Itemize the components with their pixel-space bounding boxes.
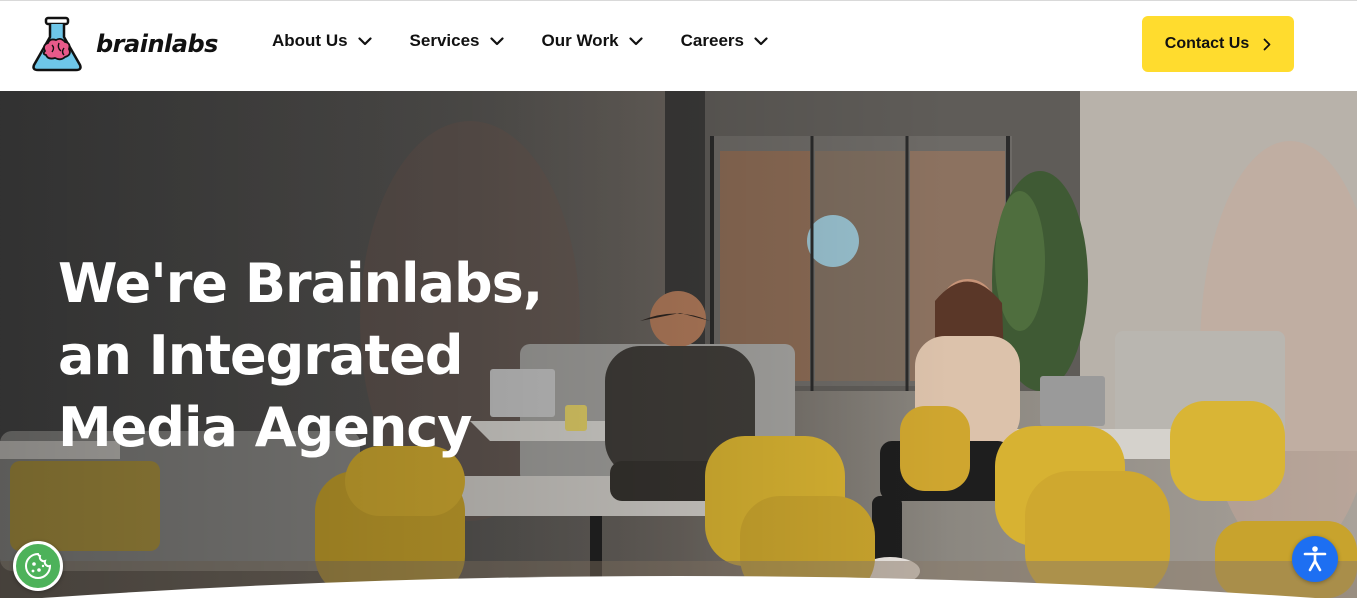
hero-headline-line: We're Brainlabs, (58, 252, 543, 315)
site-header: brainlabs About Us Services Our Work Car… (0, 0, 1357, 91)
chevron-down-icon (754, 36, 768, 45)
hero-section: We're Brainlabs, an Integrated Media Age… (0, 91, 1357, 598)
cookie-icon (25, 552, 52, 579)
accessibility-icon (1303, 546, 1327, 572)
nav-item-about-us[interactable]: About Us (272, 31, 372, 51)
contact-us-button[interactable]: Contact Us (1142, 16, 1294, 72)
flask-brain-icon (32, 16, 82, 72)
main-nav: About Us Services Our Work Careers (272, 31, 806, 51)
chevron-down-icon (357, 36, 372, 45)
accessibility-button[interactable] (1292, 536, 1338, 582)
brand-logo[interactable]: brainlabs (28, 15, 218, 73)
nav-item-our-work[interactable]: Our Work (542, 31, 643, 51)
hero-headline: We're Brainlabs, an Integrated Media Age… (58, 248, 578, 464)
chevron-right-icon (1263, 38, 1271, 50)
cookie-settings-button[interactable] (13, 541, 63, 591)
nav-item-label: About Us (272, 31, 348, 50)
nav-item-label: Careers (680, 31, 744, 50)
brand-name: brainlabs (96, 30, 218, 58)
chevron-down-icon (489, 36, 504, 45)
hero-headline-line: an Integrated (58, 324, 463, 387)
nav-item-label: Services (409, 31, 480, 50)
nav-item-label: Our Work (541, 31, 619, 50)
hero-headline-line: Media Agency (58, 396, 473, 459)
hero-bottom-curve (42, 576, 1315, 598)
nav-item-careers[interactable]: Careers (681, 31, 768, 51)
chevron-down-icon (629, 36, 643, 45)
contact-us-label: Contact Us (1164, 35, 1250, 52)
nav-item-services[interactable]: Services (410, 31, 504, 51)
